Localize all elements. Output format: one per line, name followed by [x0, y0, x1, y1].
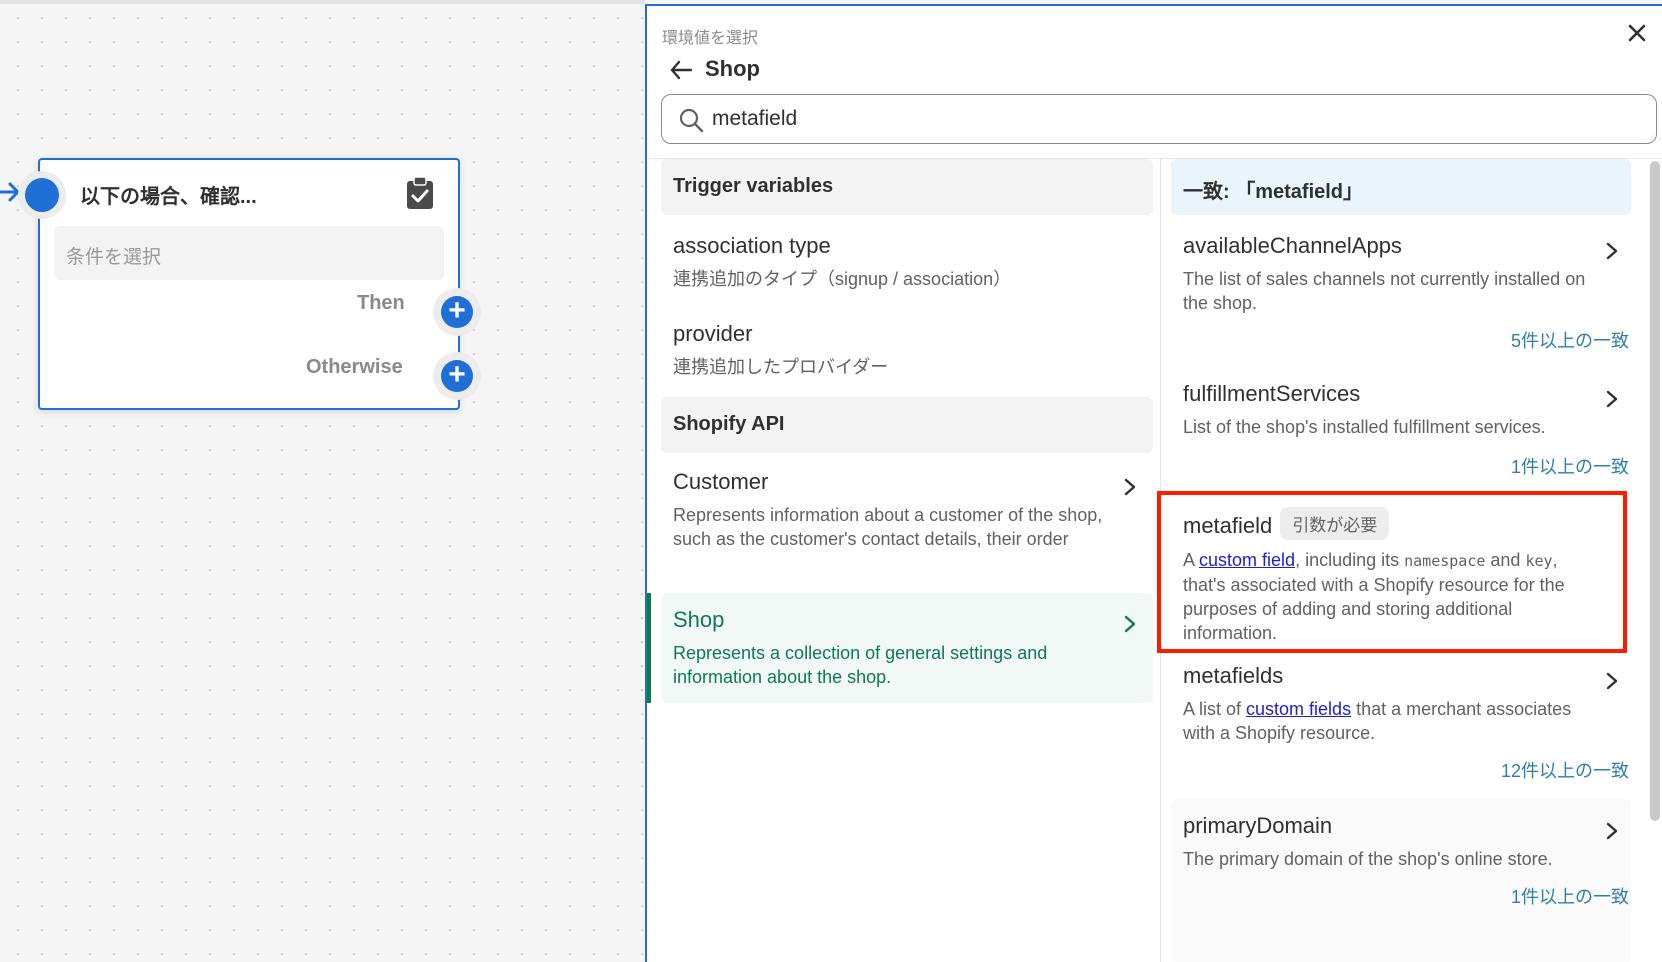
item-name: association type: [673, 233, 831, 258]
item-name: metafield 引数が必要: [1183, 507, 1603, 540]
code-key: key: [1525, 552, 1553, 570]
item-desc: Represents information about a customer …: [673, 505, 1103, 549]
condition-placeholder: 条件を選択: [66, 247, 162, 268]
chevron-right-icon: [1606, 390, 1618, 408]
selected-indicator: [647, 593, 651, 703]
match-count: 1件以上の一致: [1510, 457, 1629, 477]
add-otherwise-button[interactable]: +: [441, 360, 473, 392]
desc-text: A list of: [1183, 699, 1247, 719]
search-input[interactable]: [712, 103, 1612, 135]
chevron-right-icon: [1606, 242, 1618, 260]
item-name: metafields: [1183, 663, 1284, 688]
item-name: fulfillmentServices: [1183, 381, 1361, 406]
item-desc: 連携追加のタイプ（signup / association）: [673, 269, 1012, 289]
variable-picker-panel: 環境値を選択 Shop Trigger variables associatio…: [645, 4, 1662, 962]
condition-selector[interactable]: 条件を選択: [54, 226, 444, 280]
custom-fields-link[interactable]: custom fields: [1246, 699, 1351, 719]
plus-icon: +: [448, 294, 466, 327]
chevron-right-icon: [1606, 672, 1618, 690]
custom-field-link[interactable]: custom field: [1199, 550, 1295, 570]
desc-text: and: [1485, 550, 1526, 570]
code-namespace: namespace: [1404, 552, 1486, 570]
item-name: Shop: [673, 607, 725, 632]
clipboard-check-icon: [407, 176, 433, 209]
list-item-available-channel-apps[interactable]: availableChannelApps The list of sales c…: [1171, 233, 1615, 315]
then-label: Then: [357, 292, 405, 314]
list-item-metafields[interactable]: metafields A list of custom fields that …: [1171, 663, 1615, 745]
item-name: primaryDomain: [1183, 813, 1333, 838]
list-item-fulfillment-services[interactable]: fulfillmentServices List of the shop's i…: [1171, 381, 1615, 439]
item-name: Customer: [673, 469, 769, 494]
list-item-provider[interactable]: provider 連携追加したプロバイダー: [661, 321, 1153, 379]
item-desc: Represents a collection of general setti…: [673, 643, 1048, 687]
add-then-button[interactable]: +: [441, 296, 473, 328]
list-item-metafield[interactable]: metafield 引数が必要 A custom field, including…: [1171, 507, 1615, 645]
panel-title: Shop: [705, 56, 760, 81]
list-item-association-type[interactable]: association type 連携追加のタイプ（signup / assoc…: [661, 233, 1153, 291]
match-count: 1件以上の一致: [1510, 887, 1629, 907]
item-desc: The list of sales channels not currently…: [1183, 269, 1586, 313]
scrollbar[interactable]: [1650, 161, 1660, 821]
workflow-canvas[interactable]: [0, 0, 645, 962]
list-item-primary-domain[interactable]: primaryDomain The primary domain of the …: [1171, 813, 1615, 871]
back-arrow-icon[interactable]: [669, 58, 693, 82]
list-item-customer[interactable]: Customer Represents information about a …: [661, 469, 1153, 551]
close-icon[interactable]: [1626, 22, 1648, 44]
node-input-handle[interactable]: [25, 178, 59, 212]
panel-subtitle: 環境値を選択: [662, 30, 759, 47]
desc-text: A: [1183, 550, 1200, 570]
search-box[interactable]: [661, 94, 1657, 144]
plus-icon: +: [448, 358, 466, 391]
match-count: 5件以上の一致: [1510, 331, 1629, 351]
item-desc: 連携追加したプロバイダー: [673, 357, 889, 377]
item-desc: List of the shop's installed fulfillment…: [1183, 417, 1546, 437]
chevron-right-icon: [1124, 478, 1136, 496]
chevron-right-icon: [1606, 822, 1618, 840]
search-icon: [679, 108, 704, 133]
results-heading: 一致: 「metafield」: [1171, 159, 1631, 215]
item-name-text: metafield: [1183, 513, 1273, 538]
item-desc: A custom field, including its namespace …: [1183, 548, 1603, 645]
requires-args-badge: 引数が必要: [1280, 507, 1390, 540]
chevron-right-icon: [1124, 615, 1136, 633]
item-name: provider: [673, 321, 753, 346]
node-title: 以下の場合、確認...: [80, 186, 257, 208]
section-shopify-api: Shopify API: [661, 397, 1153, 453]
item-desc: The primary domain of the shop's online …: [1183, 849, 1553, 869]
desc-text: , including its: [1295, 550, 1405, 570]
top-border: [0, 0, 645, 4]
section-trigger-variables: Trigger variables: [661, 159, 1153, 215]
item-desc: A list of custom fields that a merchant …: [1183, 697, 1603, 745]
item-name: availableChannelApps: [1183, 233, 1402, 258]
list-item-shop[interactable]: Shop Represents a collection of general …: [661, 593, 1153, 703]
match-count: 12件以上の一致: [1500, 761, 1629, 781]
otherwise-label: Otherwise: [306, 356, 403, 378]
